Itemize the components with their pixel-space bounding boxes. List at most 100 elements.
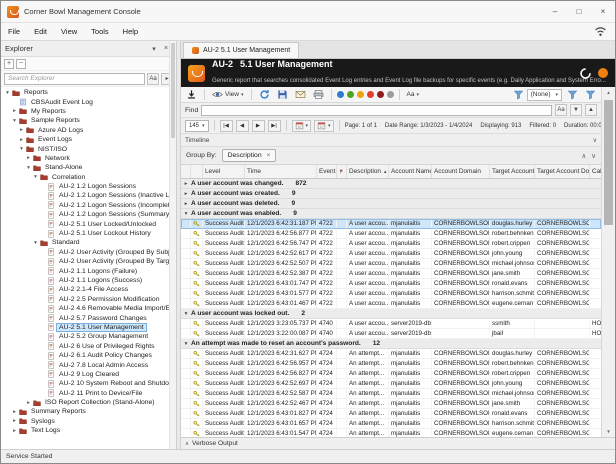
chevron-right-icon[interactable]: ▸	[25, 155, 32, 161]
severity-dot-1[interactable]	[346, 91, 354, 98]
table-row[interactable]: Success Audit 12/1/2023 6:42:56.747 PM 472…	[181, 239, 601, 249]
view-menu-button[interactable]: View ▾	[210, 88, 246, 101]
tree-item[interactable]: AU-2 5.7 Password Changes	[1, 313, 176, 322]
tab-user-management[interactable]: AU-2 5.1 User Management	[183, 42, 300, 58]
severity-dot-0[interactable]	[336, 91, 344, 98]
group-row[interactable]: ▸ A user account was deleted. 9	[181, 199, 601, 209]
explorer-menu-icon[interactable]: ▾	[148, 45, 160, 53]
expand-all-button[interactable]: +	[4, 58, 14, 69]
close-button[interactable]: ×	[591, 1, 615, 22]
timeline-expand-icon[interactable]: ∨	[593, 137, 597, 144]
tree-item[interactable]: ▸ Event Logs	[1, 135, 176, 144]
tree-item[interactable]: AU-2 1.2 Logon Sessions	[1, 182, 176, 191]
tree-item[interactable]: ▸ Summary Reports	[1, 407, 176, 416]
table-row[interactable]: Success Audit 12/1/2023 6:43:01.747 PM 472…	[181, 279, 601, 289]
menu-item-edit[interactable]: Edit	[27, 27, 54, 36]
severity-dot-4[interactable]	[376, 91, 384, 98]
scroll-down-icon[interactable]: ▼	[602, 426, 615, 437]
chevron-right-icon[interactable]: ▸	[181, 201, 191, 207]
chevron-down-icon[interactable]: ▾	[181, 211, 191, 217]
tree-item[interactable]: AU-2 1.1 Logons (Failure)	[1, 266, 176, 275]
severity-dot-3[interactable]	[366, 91, 374, 98]
table-row[interactable]: Success Audit 12/1/2023 6:42:52.587 PM 472…	[181, 389, 601, 399]
group-row[interactable]: ▾ A user account was locked out. 2	[181, 309, 601, 319]
find-match-case-button[interactable]: Aa	[555, 104, 567, 116]
expand-all-groups-button[interactable]: ∧	[581, 152, 586, 160]
find-input[interactable]	[201, 104, 552, 116]
chevron-down-icon[interactable]: ▾	[4, 90, 11, 96]
page-size-input[interactable]: 145 ▾	[185, 119, 209, 132]
tree-item[interactable]: ▾ Stand-Alone	[1, 163, 176, 172]
table-row[interactable]: Success Audit 12/1/2023 6:42:31.627 PM 472…	[181, 349, 601, 359]
tree-item[interactable]: AU-2 2.1-4 File Access	[1, 285, 176, 294]
chevron-down-icon[interactable]: ▾	[32, 240, 39, 246]
chevron-right-icon[interactable]: ▸	[11, 418, 18, 424]
group-row[interactable]: ▸ A user account was created. 9	[181, 189, 601, 199]
table-row[interactable]: Success Audit 12/1/2023 6:42:56.827 PM 472…	[181, 369, 601, 379]
menu-item-help[interactable]: Help	[116, 27, 145, 36]
chevron-down-icon[interactable]: ▾	[11, 118, 18, 124]
severity-dot-5[interactable]	[386, 91, 394, 98]
group-by-chip-description[interactable]: Description ×	[221, 149, 277, 162]
chevron-down-icon[interactable]: ▾	[18, 146, 25, 152]
tree-item[interactable]: ▸ My Reports	[1, 107, 176, 116]
tree-item[interactable]: AU-2 1.2 Logon Sessions (Summary)	[1, 210, 176, 219]
tree-item[interactable]: AU-2 2.5 Permission Modification	[1, 295, 176, 304]
tree-item[interactable]: AU-2 4.6 Removable Media Import/Export	[1, 304, 176, 313]
tree-item[interactable]: AU-2 6 Use of Privileged Rights	[1, 342, 176, 351]
table-row[interactable]: Success Audit 12/1/2023 6:42:56.877 PM 472…	[181, 229, 601, 239]
column-header-description[interactable]: Description ▲	[347, 165, 389, 178]
group-row[interactable]: ▾ A user account was enabled. 9	[181, 209, 601, 219]
column-header-time[interactable]: Time	[245, 165, 317, 178]
table-row[interactable]: Success Audit 12/1/2023 6:43:01.827 PM 472…	[181, 409, 601, 419]
tree-item[interactable]: ▸ Text Logs	[1, 426, 176, 435]
grid-scrollbar[interactable]: ▲ ▼	[601, 87, 615, 437]
previous-page-button[interactable]: ◀	[235, 119, 249, 132]
column-header-account-domain[interactable]: Account Domain	[432, 165, 490, 178]
table-row[interactable]: Success Audit 12/1/2023 6:43:01.657 PM 472…	[181, 419, 601, 429]
grid-scrollbar-thumb[interactable]	[604, 100, 613, 225]
first-page-button[interactable]: |◀	[219, 119, 233, 132]
tree-item[interactable]: AU-2 1.1 Logons (Success)	[1, 276, 176, 285]
table-row[interactable]: Success Audit 12/1/2023 6:42:52.467 PM 472…	[181, 399, 601, 409]
chevron-down-icon[interactable]: ▾	[181, 311, 191, 317]
maximize-button[interactable]: □	[567, 1, 591, 22]
menu-item-view[interactable]: View	[54, 27, 84, 36]
group-row[interactable]: ▸ A user account was changed. 872	[181, 179, 601, 189]
tree-item[interactable]: AU-2 7.8 Local Admin Access	[1, 360, 176, 369]
tree-item[interactable]: ▸ Azure AD Logs	[1, 126, 176, 135]
group-row[interactable]: ▾ An attempt was made to reset an account…	[181, 339, 601, 349]
column-header-target-account-name[interactable]: Target Account Name	[490, 165, 535, 178]
find-previous-button[interactable]: ▲	[585, 104, 597, 116]
tree-item[interactable]: AU-2 User Activity (Grouped By Subject A…	[1, 248, 176, 257]
edit-filter-button[interactable]	[565, 88, 580, 101]
save-button[interactable]	[275, 88, 290, 101]
table-row[interactable]: Success Audit 12/1/2023 6:42:52.697 PM 472…	[181, 379, 601, 389]
email-button[interactable]	[293, 88, 308, 101]
scroll-up-icon[interactable]: ▲	[602, 87, 615, 98]
tree-item[interactable]: ▾ NIST/ISO	[1, 144, 176, 153]
chevron-right-icon[interactable]: ▸	[18, 137, 25, 143]
verbose-output-bar[interactable]: ∧ Verbose Output	[181, 437, 615, 449]
table-row[interactable]: Success Audit 12/1/2023 6:43:01.577 PM 472…	[181, 289, 601, 299]
end-date-picker[interactable]: ▾	[314, 119, 334, 132]
tree-item[interactable]: AU-2 5.1 User Management	[1, 322, 176, 332]
table-row[interactable]: Success Audit 12/1/2023 6:42:52.507 PM 472…	[181, 259, 601, 269]
tree-item[interactable]: ▾ Sample Reports	[1, 116, 176, 125]
table-row[interactable]: Success Audit 12/1/2023 3:23:05.737 PM 474…	[181, 319, 601, 329]
chevron-right-icon[interactable]: ▸	[11, 409, 18, 415]
tree-item[interactable]: ▸ Syslogs	[1, 417, 176, 426]
tree-item[interactable]: AU-2 6.1 Audit Policy Changes	[1, 351, 176, 360]
column-header-event[interactable]: Event	[317, 165, 337, 178]
chevron-right-icon[interactable]: ▸	[181, 181, 191, 187]
next-page-button[interactable]: ▶	[251, 119, 265, 132]
tree-item[interactable]: AU-2 5.2 Group Management	[1, 332, 176, 341]
chevron-down-icon[interactable]: ▾	[32, 174, 39, 180]
collapse-all-button[interactable]: −	[16, 58, 26, 69]
table-row[interactable]: Success Audit 12/1/2023 6:42:52.617 PM 472…	[181, 249, 601, 259]
chevron-down-icon[interactable]: ▾	[25, 165, 32, 171]
table-row[interactable]: Success Audit 12/1/2023 6:43:01.547 PM 472…	[181, 429, 601, 437]
menu-item-file[interactable]: File	[1, 27, 27, 36]
start-date-picker[interactable]: ▾	[291, 119, 312, 132]
tree-item[interactable]: AU-2 5.1 User Lockout History	[1, 229, 176, 238]
